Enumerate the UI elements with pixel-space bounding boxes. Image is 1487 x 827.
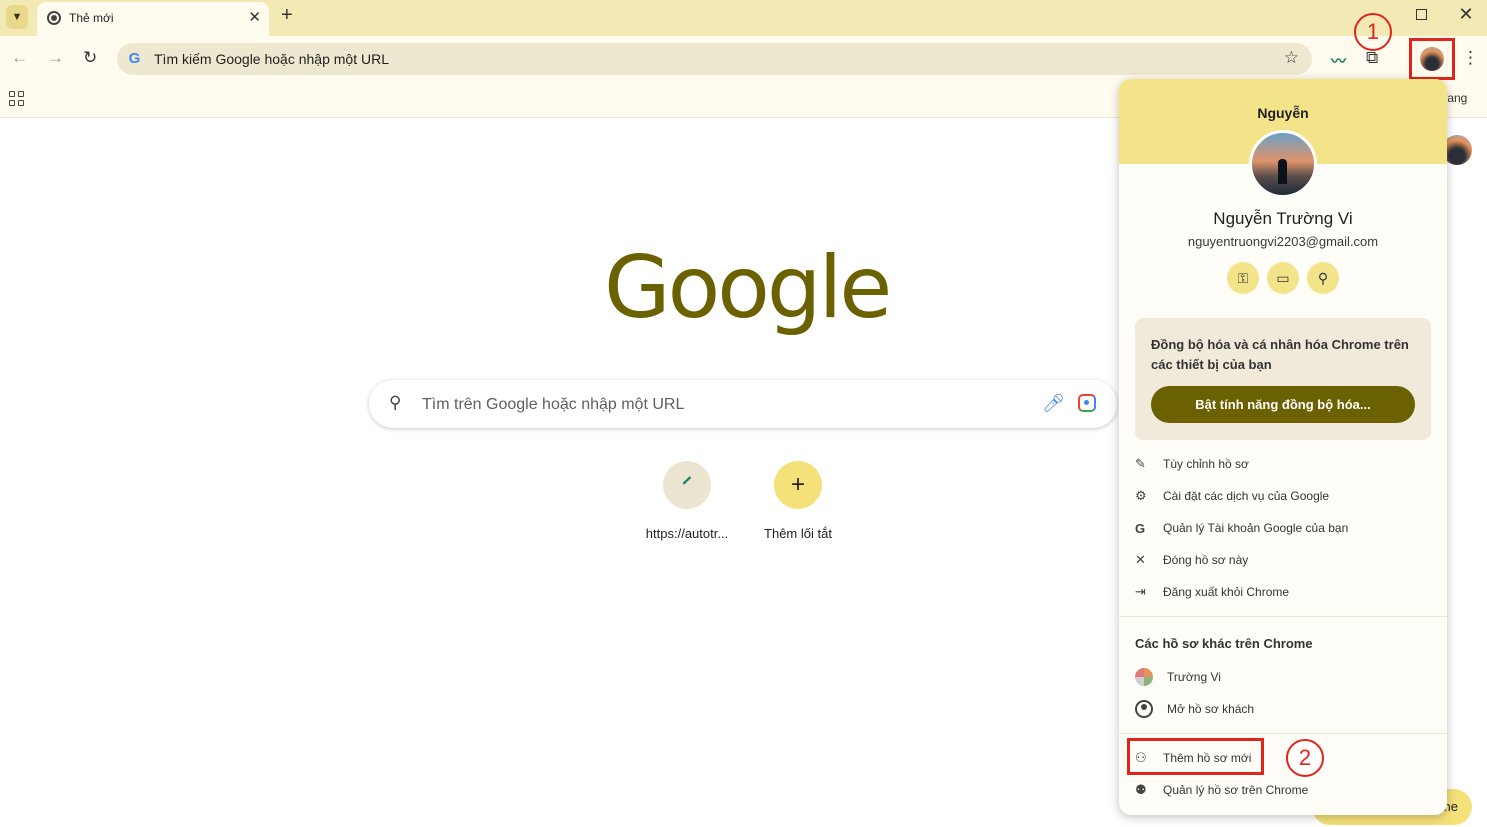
divider — [1119, 733, 1447, 734]
apps-grid-icon[interactable] — [9, 91, 24, 106]
sync-description: Đồng bộ hóa và cá nhân hóa Chrome trên c… — [1151, 337, 1409, 372]
google-lens-icon[interactable] — [1078, 394, 1096, 412]
guest-user-icon — [1135, 700, 1153, 718]
bookmark-star-icon[interactable]: ☆ — [1284, 48, 1299, 68]
menu-item-label: Tùy chỉnh hồ sơ — [1163, 457, 1249, 471]
forward-button[interactable]: → — [47, 48, 64, 68]
sync-card: Đồng bộ hóa và cá nhân hóa Chrome trên c… — [1135, 318, 1431, 440]
divider — [1119, 616, 1447, 617]
profile-item-label: Trường Vi — [1167, 670, 1221, 684]
address-pin-icon[interactable]: ⚲ — [1307, 262, 1339, 294]
menu-item-label: Đăng xuất khỏi Chrome — [1163, 585, 1290, 599]
annotation-step-1: 1 — [1354, 13, 1392, 51]
microphone-icon[interactable]: 🎤︎ — [1042, 393, 1065, 414]
manage-profiles-icon: ⚉ — [1135, 782, 1147, 797]
extension-chart-icon[interactable]: 〰 — [1331, 50, 1346, 71]
profile-item-truong-vi[interactable]: Trường Vi — [1135, 661, 1431, 693]
tab-new-tab[interactable]: Thẻ mới ✕ — [37, 2, 269, 36]
menu-item-label: Đóng hồ sơ này — [1163, 553, 1249, 567]
footer-item-label: Quản lý hồ sơ trên Chrome — [1163, 783, 1309, 797]
tab-title: Thẻ mới — [69, 11, 114, 25]
address-bar-text: Tìm kiếm Google hoặc nhập một URL — [154, 51, 389, 67]
address-bar[interactable]: G Tìm kiếm Google hoặc nhập một URL ☆ — [117, 43, 1312, 75]
shortcut-site-icon: ᐟ — [663, 461, 711, 509]
quick-actions: ⚿ ▭ ⚲ — [1227, 262, 1339, 294]
password-key-icon[interactable]: ⚿ — [1227, 262, 1259, 294]
tab-strip: ▼ Thẻ mới ✕ + ✕ — [0, 0, 1487, 36]
gear-icon: ⚙ — [1135, 488, 1147, 503]
maximize-button[interactable] — [1406, 4, 1436, 25]
menu-manage-google-account[interactable]: G Quản lý Tài khoản Google của bạn — [1135, 512, 1431, 544]
other-profiles-title: Các hồ sơ khác trên Chrome — [1135, 636, 1313, 651]
pencil-icon: ✎ — [1135, 456, 1146, 471]
profile-full-name: Nguyễn Trường Vi — [1213, 209, 1353, 228]
google-g-icon: G — [128, 50, 141, 67]
window-close-button[interactable]: ✕ — [1451, 4, 1481, 25]
extensions-puzzle-icon[interactable]: ⧉ — [1366, 48, 1378, 68]
profile-mini-avatar — [1135, 668, 1153, 686]
enable-sync-button[interactable]: Bật tính năng đồng bộ hóa... — [1151, 386, 1415, 423]
profile-header-name: Nguyễn — [1257, 105, 1309, 121]
payment-card-icon[interactable]: ▭ — [1267, 262, 1299, 294]
shortcut-label: https://autotr... — [645, 526, 729, 541]
shortcut-tile[interactable]: ᐟ https://autotr... — [631, 461, 743, 541]
reload-button[interactable]: ↻ — [83, 48, 97, 68]
menu-google-services[interactable]: ⚙ Cài đặt các dịch vụ của Google — [1135, 480, 1431, 512]
profile-item-label: Mở hồ sơ khách — [1167, 702, 1255, 716]
menu-kebab-icon[interactable]: ⋮ — [1462, 48, 1479, 68]
profile-menu-panel: Nguyễn Nguyễn Trường Vi nguyentruongvi22… — [1119, 79, 1447, 815]
tab-close-icon[interactable]: ✕ — [248, 8, 261, 26]
new-tab-button[interactable]: + — [281, 4, 293, 27]
tab-search-button[interactable]: ▼ — [6, 5, 28, 29]
chrome-icon — [47, 11, 61, 25]
annotation-step-2: 2 — [1286, 739, 1324, 777]
chevron-down-icon: ▼ — [11, 11, 23, 23]
menu-customize-profile[interactable]: ✎ Tùy chỉnh hồ sơ — [1135, 448, 1431, 480]
shortcut-label: Thêm lối tắt — [764, 526, 832, 541]
sign-out-icon: ⇥ — [1135, 584, 1146, 599]
menu-item-label: Quản lý Tài khoản Google của bạn — [1163, 521, 1349, 535]
search-icon: ⚲ — [389, 393, 402, 412]
annotation-highlight-add-profile — [1127, 738, 1264, 775]
search-placeholder: Tìm trên Google hoặc nhập một URL — [422, 396, 685, 413]
profile-avatar — [1249, 130, 1317, 198]
manage-chrome-profiles[interactable]: ⚉ Quản lý hồ sơ trên Chrome — [1135, 774, 1431, 806]
menu-close-profile[interactable]: ✕ Đóng hồ sơ này — [1135, 544, 1431, 576]
google-g-icon: G — [1135, 520, 1146, 536]
close-icon: ✕ — [1135, 552, 1146, 567]
back-button[interactable]: ← — [11, 48, 28, 68]
profile-email: nguyentruongvi2203@gmail.com — [1187, 234, 1379, 249]
google-logo: Google — [604, 238, 892, 338]
annotation-highlight-profile — [1409, 38, 1455, 80]
open-guest-profile[interactable]: Mở hồ sơ khách — [1135, 693, 1431, 725]
plus-icon: + — [774, 461, 822, 509]
add-shortcut-tile[interactable]: + Thêm lối tắt — [742, 461, 854, 541]
toolbar: ← → ↻ G Tìm kiếm Google hoặc nhập một UR… — [0, 36, 1487, 82]
menu-sign-out[interactable]: ⇥ Đăng xuất khỏi Chrome — [1135, 576, 1431, 608]
search-input[interactable]: ⚲ Tìm trên Google hoặc nhập một URL 🎤︎ — [369, 380, 1117, 428]
menu-item-label: Cài đặt các dịch vụ của Google — [1163, 489, 1330, 503]
